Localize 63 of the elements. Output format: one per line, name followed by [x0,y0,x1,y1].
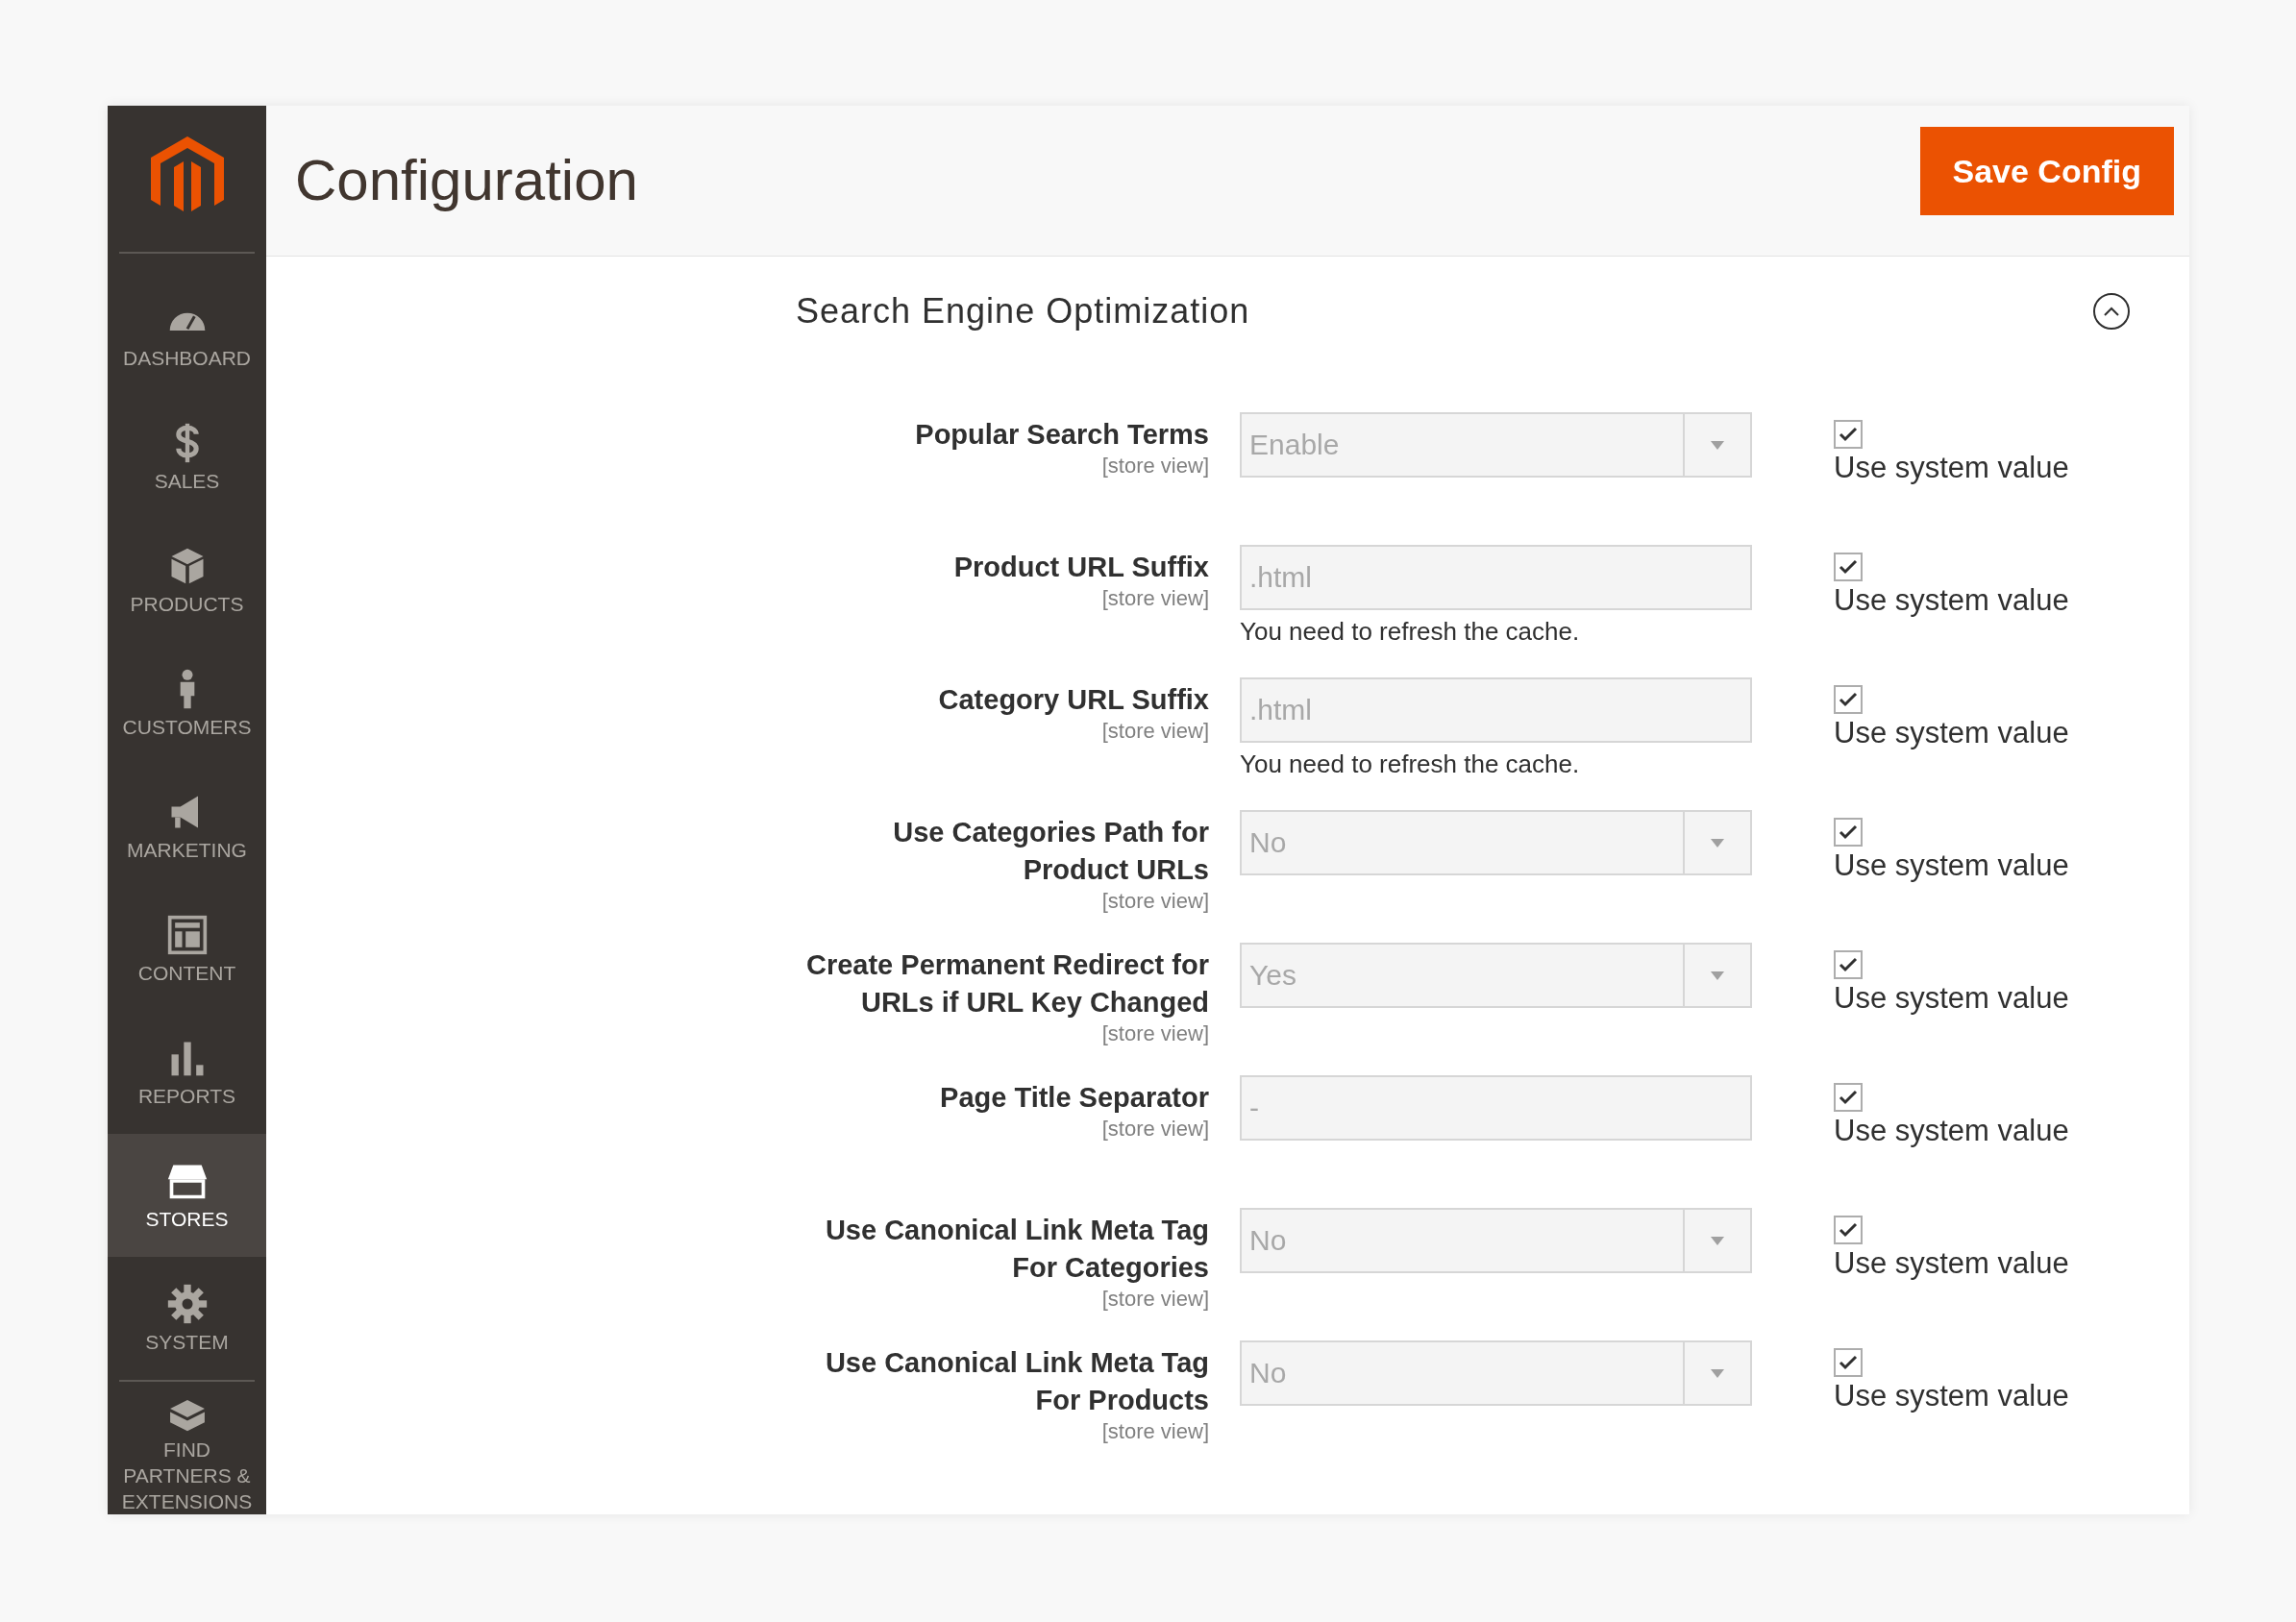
checkmark-icon [1839,1222,1858,1238]
save-config-button[interactable]: Save Config [1919,127,2174,215]
collapse-icon[interactable] [2093,293,2130,330]
scope-label: [store view] [1101,1419,1209,1444]
caret-icon [1711,1368,1724,1378]
checkbox-label: Use system value [1834,715,2069,751]
nav-item[interactable]: REPORTS [108,1011,266,1134]
checkbox[interactable] [1834,553,1863,581]
nav-item[interactable]: SYSTEM [108,1257,266,1380]
field-label: Use Canonical Link Meta Tag For Categories [824,1214,1209,1285]
checkbox-label: Use system value [1834,980,2069,1017]
layout-icon [165,913,209,956]
section-title: Search Engine Optimization [796,290,1250,332]
field-label: Product URL Suffix [952,551,1209,584]
scope-label: [store view] [1101,586,1209,611]
checkbox[interactable] [1834,685,1863,714]
field-label: Category URL Suffix [937,683,1209,717]
checkmark-icon [1839,957,1858,972]
checkbox-label: Use system value [1834,848,2069,884]
caret-icon [1711,1236,1724,1245]
field-label: Page Title Separator [939,1081,1209,1115]
nav-item[interactable]: SALES [108,396,266,519]
nav-item[interactable]: DASHBOARD [108,273,266,396]
nav-item[interactable]: FIND PARTNERS & EXTENSIONS [108,1391,266,1514]
scope-label: [store view] [1101,1287,1209,1312]
scope-label: [store view] [1101,889,1209,914]
caret-icon [1711,971,1724,980]
scope-label: [store view] [1101,1021,1209,1046]
checkmark-icon [1839,427,1858,442]
checkbox[interactable] [1834,1216,1863,1244]
checkbox-label: Use system value [1834,1113,2069,1149]
scope-label: [store view] [1101,1117,1209,1142]
checkbox[interactable] [1834,818,1863,847]
field-label: Create Permanent Redirect for URLs if URL Key Changed [804,948,1209,1020]
caret-icon [1711,440,1724,450]
checkbox-label: Use system value [1834,1245,2069,1282]
field-note: You need to refresh the cache. [1240,749,1581,780]
checkmark-icon [1839,559,1858,575]
field-label: Use Canonical Link Meta Tag For Products [824,1346,1209,1417]
checkbox-label: Use system value [1834,450,2069,486]
nav-item[interactable]: CUSTOMERS [108,642,266,765]
checkbox[interactable] [1834,1348,1863,1377]
nav-item[interactable]: MARKETING [108,765,266,888]
checkbox[interactable] [1834,1083,1863,1112]
field-note: You need to refresh the cache. [1240,616,1581,648]
gear-icon [165,1282,209,1325]
field-label: Popular Search Terms [914,418,1209,452]
field-label: Use Categories Path for Product URLs [892,816,1209,887]
nav-item[interactable]: CONTENT [108,888,266,1011]
checkbox[interactable] [1834,950,1863,979]
page-title: Configuration [295,147,638,214]
checkbox-label: Use system value [1834,1378,2069,1414]
scope-label: [store view] [1101,454,1209,479]
nav-item[interactable]: STORES [108,1134,266,1257]
caret-icon [1711,838,1724,848]
nav-item[interactable]: PRODUCTS [108,519,266,642]
checkmark-icon [1839,1090,1858,1105]
checkmark-icon [1839,692,1858,707]
checkbox[interactable] [1834,420,1863,449]
checkmark-icon [1839,1355,1858,1370]
checkbox-label: Use system value [1834,582,2069,619]
scope-label: [store view] [1101,719,1209,744]
checkmark-icon [1839,824,1858,840]
